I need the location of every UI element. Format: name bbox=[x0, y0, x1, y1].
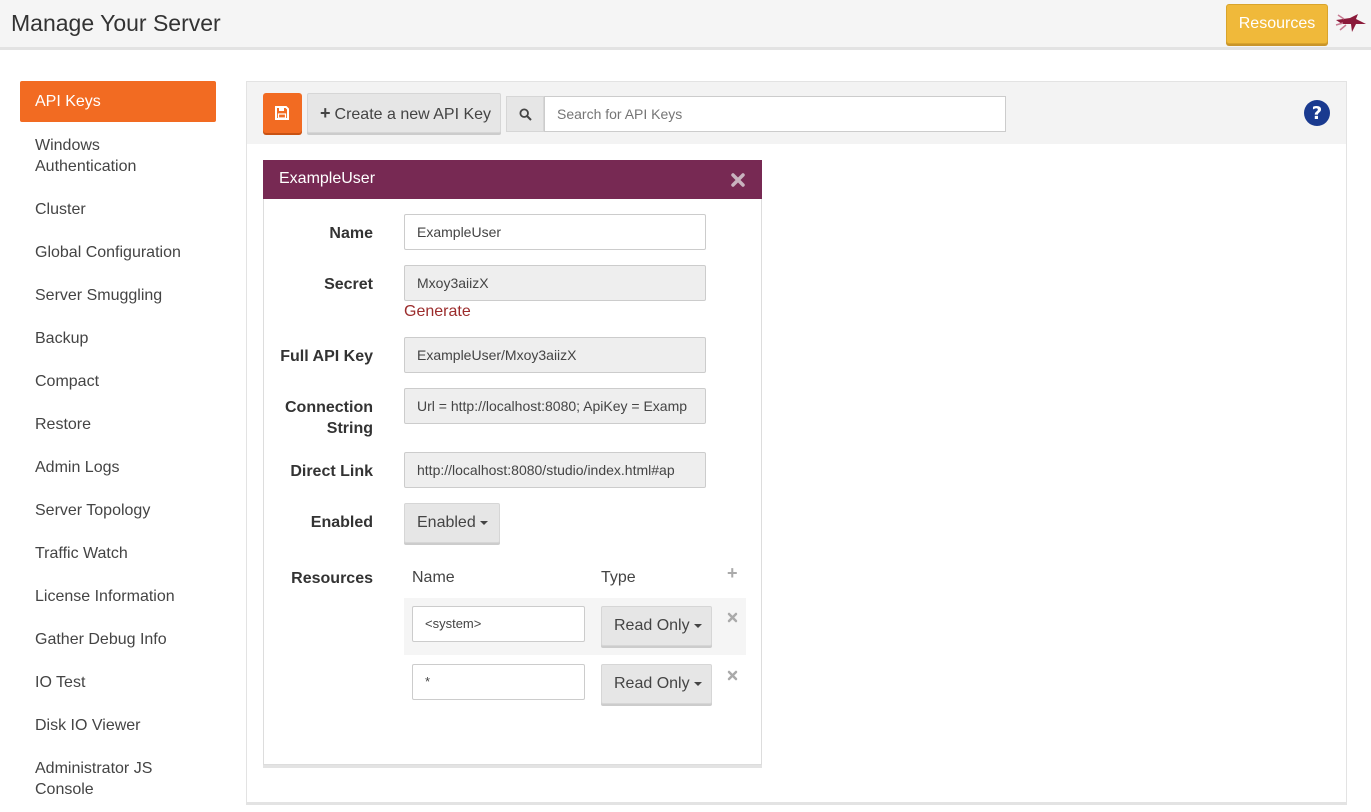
sidebar-item-io-test[interactable]: IO Test bbox=[20, 672, 216, 693]
sidebar-item-backup[interactable]: Backup bbox=[20, 328, 216, 349]
toolbar: +Create a new API Key ? bbox=[247, 82, 1346, 144]
top-header: Manage Your Server Resources bbox=[0, 0, 1371, 50]
sidebar-item-administrator-js-console[interactable]: Administrator JS Console bbox=[20, 758, 216, 800]
remove-resource-icon[interactable] bbox=[727, 612, 738, 623]
sidebar-item-traffic-watch[interactable]: Traffic Watch bbox=[20, 543, 216, 564]
save-button[interactable] bbox=[263, 93, 302, 133]
api-key-card-header: ExampleUser bbox=[263, 160, 762, 199]
remove-resource-icon[interactable] bbox=[727, 670, 738, 681]
resource-type-dropdown[interactable]: Read Only bbox=[601, 606, 712, 646]
main-panel: +Create a new API Key ? ExampleUser Name… bbox=[246, 81, 1347, 805]
connection-string-field: Url = http://localhost:8080; ApiKey = Ex… bbox=[404, 388, 706, 424]
resources-name-column-header: Name bbox=[412, 569, 455, 586]
full-api-key-field: ExampleUser/Mxoy3aiizX bbox=[404, 337, 706, 373]
resource-type-value: Read Only bbox=[614, 675, 690, 692]
resources-type-column-header: Type bbox=[601, 569, 636, 586]
enabled-dropdown-value: Enabled bbox=[417, 514, 476, 531]
api-key-card-title: ExampleUser bbox=[279, 170, 376, 187]
caret-down-icon bbox=[479, 520, 488, 525]
svg-text:?: ? bbox=[1312, 103, 1322, 124]
resources-button[interactable]: Resources bbox=[1226, 4, 1328, 44]
name-field[interactable]: ExampleUser bbox=[404, 214, 706, 250]
sidebar-item-windows-authentication[interactable]: Windows Authentication bbox=[20, 135, 216, 177]
resource-type-value: Read Only bbox=[614, 617, 690, 634]
panel-bottom-border bbox=[246, 802, 1347, 805]
sidebar-item-restore[interactable]: Restore bbox=[20, 414, 216, 435]
sidebar-item-admin-logs[interactable]: Admin Logs bbox=[20, 457, 216, 478]
full-api-key-label: Full API Key bbox=[280, 348, 373, 365]
add-resource-icon[interactable]: + bbox=[727, 563, 738, 584]
enabled-label: Enabled bbox=[310, 514, 373, 531]
search-addon bbox=[506, 96, 544, 132]
create-api-key-button[interactable]: + Create a new API Key bbox=[307, 93, 501, 133]
resource-row: <system> Read Only bbox=[404, 598, 746, 655]
secret-label: Secret bbox=[324, 276, 373, 293]
api-key-card: ExampleUser Name ExampleUser Secret Mxoy… bbox=[263, 160, 762, 768]
sidebar-item-license-information[interactable]: License Information bbox=[20, 586, 216, 607]
page-title: Manage Your Server bbox=[11, 10, 221, 36]
caret-down-icon bbox=[693, 681, 702, 686]
direct-link-label: Direct Link bbox=[290, 463, 373, 480]
resource-name-field[interactable]: <system> bbox=[412, 606, 585, 642]
raven-logo-icon[interactable] bbox=[1334, 10, 1368, 38]
search-icon bbox=[519, 108, 532, 121]
sidebar-item-server-smuggling[interactable]: Server Smuggling bbox=[20, 285, 216, 306]
save-icon bbox=[275, 106, 289, 120]
sidebar-item-gather-debug-info[interactable]: Gather Debug Info bbox=[20, 629, 216, 650]
sidebar-item-api-keys[interactable]: API Keys bbox=[20, 81, 216, 122]
close-icon[interactable] bbox=[730, 172, 746, 188]
name-label: Name bbox=[329, 225, 373, 242]
sidebar-item-disk-io-viewer[interactable]: Disk IO Viewer bbox=[20, 715, 216, 736]
resource-type-dropdown[interactable]: Read Only bbox=[601, 664, 712, 704]
help-icon[interactable]: ? bbox=[1303, 99, 1331, 127]
card-bottom-border bbox=[263, 765, 762, 768]
search-input[interactable] bbox=[544, 96, 1006, 132]
sidebar-item-global-configuration[interactable]: Global Configuration bbox=[20, 242, 216, 263]
enabled-dropdown[interactable]: Enabled bbox=[404, 503, 500, 543]
create-api-key-label: Create a new API Key bbox=[334, 106, 492, 123]
connection-string-label: Connection String bbox=[285, 399, 373, 437]
secret-field: Mxoy3aiizX bbox=[404, 265, 706, 301]
plus-icon: + bbox=[320, 103, 331, 123]
resources-label: Resources bbox=[291, 570, 373, 587]
sidebar-item-cluster[interactable]: Cluster bbox=[20, 199, 216, 220]
sidebar-item-compact[interactable]: Compact bbox=[20, 371, 216, 392]
resource-name-field[interactable]: * bbox=[412, 664, 585, 700]
resource-row: * Read Only bbox=[404, 656, 746, 713]
generate-link[interactable]: Generate bbox=[404, 303, 471, 321]
direct-link-field: http://localhost:8080/studio/index.html#… bbox=[404, 452, 706, 488]
caret-down-icon bbox=[693, 623, 702, 628]
sidebar-item-server-topology[interactable]: Server Topology bbox=[20, 500, 216, 521]
